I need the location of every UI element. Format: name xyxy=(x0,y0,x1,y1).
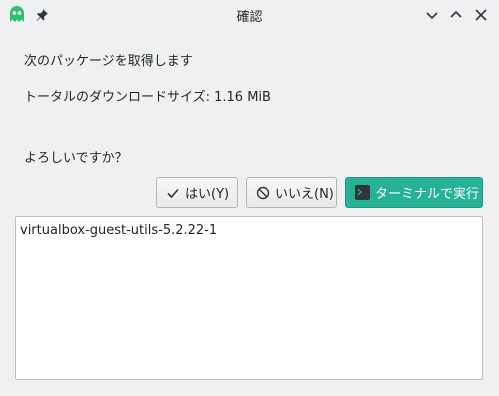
yes-button-label: はい(Y) xyxy=(185,187,230,202)
confirm-dialog: 確認 次のパッケージを取得します トータルのダウンロードサイズ: 1.16 Mi… xyxy=(0,0,499,396)
terminal-icon xyxy=(355,185,370,201)
packages-message: 次のパッケージを取得します xyxy=(24,54,193,69)
title-bar[interactable]: 確認 xyxy=(0,0,499,30)
list-item[interactable]: virtualbox-guest-utils-5.2.22-1 xyxy=(20,223,217,238)
close-icon[interactable] xyxy=(471,5,491,25)
package-list[interactable]: virtualbox-guest-utils-5.2.22-1 xyxy=(15,216,483,380)
no-button[interactable]: いいえ(N) xyxy=(246,177,337,208)
run-in-terminal-button[interactable]: ターミナルで実行 xyxy=(345,177,483,208)
no-button-label: いいえ(N) xyxy=(275,187,334,202)
chevron-up-icon[interactable] xyxy=(446,5,466,25)
run-in-terminal-label: ターミナルで実行 xyxy=(375,187,480,202)
confirm-question: よろしいですか？ xyxy=(24,151,128,166)
yes-button[interactable]: はい(Y) xyxy=(156,177,238,208)
download-size-text: トータルのダウンロードサイズ: 1.16 MiB xyxy=(24,90,271,105)
chevron-down-icon[interactable] xyxy=(422,5,442,25)
checkmark-icon xyxy=(166,185,180,201)
cancel-icon xyxy=(256,185,270,201)
